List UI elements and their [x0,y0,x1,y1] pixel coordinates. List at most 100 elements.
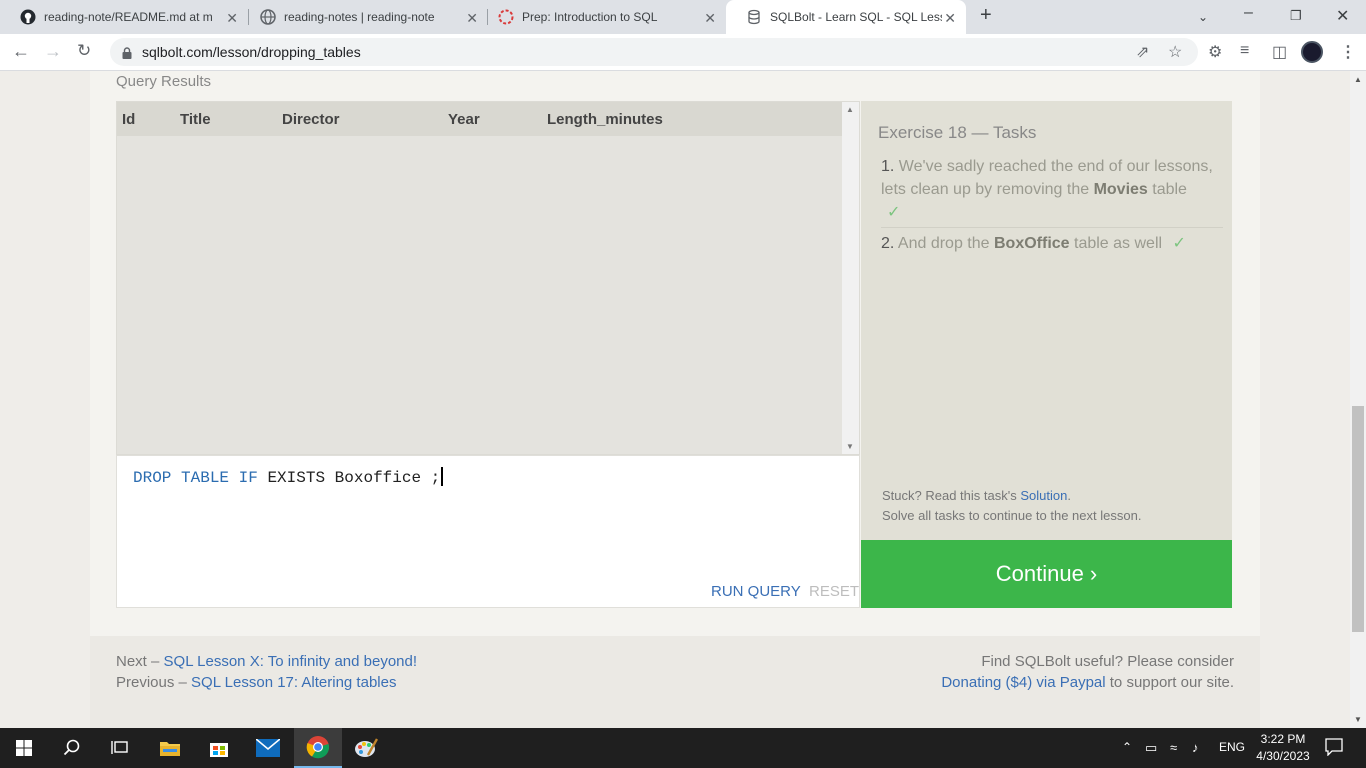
tab-search-icon[interactable]: ⌄ [1198,10,1208,24]
task-text: table [1147,181,1187,198]
windows-taskbar: ⌃ ▭ ≈ ♪ ENG 3:22 PM 4/30/2023 [0,728,1366,768]
clock-time: 3:22 PM [1260,732,1306,746]
donate-link[interactable]: Donating ($4) via Paypal [941,674,1105,691]
database-icon [746,9,762,25]
continue-button[interactable]: Continue › [861,540,1232,608]
forward-icon[interactable]: → [44,41,62,62]
url-text: sqlbolt.com/lesson/dropping_tables [142,44,361,60]
new-tab-button[interactable]: + [980,4,992,27]
page-scrollbar[interactable]: ▲ ▼ [1350,71,1366,728]
donate-text: to support our site. [1105,674,1234,691]
query-results-label: Query Results [116,73,212,90]
checkmark-icon: ✓ [887,204,901,221]
wifi-icon[interactable]: ≈ [1170,740,1177,755]
search-icon[interactable] [48,728,96,768]
address-bar[interactable]: sqlbolt.com/lesson/dropping_tables [110,38,1198,66]
side-panel-icon[interactable]: ◫ [1272,42,1287,62]
previous-label: Previous – [116,674,192,691]
paint-icon[interactable] [342,728,390,768]
share-icon[interactable]: ⇗ [1136,42,1149,62]
column-header: Director [282,111,340,128]
donate-note: Find SQLBolt useful? Please consider Don… [941,651,1234,693]
close-icon[interactable]: ✕ [466,10,478,27]
task-text: And drop the [897,235,994,252]
column-header: Length_minutes [547,111,663,128]
solution-link[interactable]: Solution [1020,488,1067,503]
file-explorer-icon[interactable] [146,728,194,768]
system-clock[interactable]: 3:22 PM 4/30/2023 [1252,731,1314,765]
tab-title: Prep: Introduction to SQL [522,10,658,24]
close-icon[interactable]: ✕ [944,10,956,27]
checkmark-icon: ✓ [1172,235,1186,252]
extensions-icon[interactable]: ⚙ [1208,42,1222,62]
tab-prep-sql[interactable]: Prep: Introduction to SQL ✕ [478,0,726,34]
task-item: 1. We've sadly reached the end of our le… [881,155,1226,224]
task-divider [881,227,1223,228]
scroll-down-arrow-icon[interactable]: ▼ [846,442,854,451]
tasks-title: Exercise 18 — Tasks [878,123,1037,142]
sql-text: EXISTS Boxoffice ; [267,469,441,487]
tab-sqlbolt[interactable]: SQLBolt - Learn SQL - SQL Lesson ✕ [726,0,966,34]
donate-text: Find SQLBolt useful? Please consider [981,653,1234,670]
next-lesson-link[interactable]: SQL Lesson X: To infinity and beyond! [164,653,418,670]
reset-button[interactable]: RESET [809,583,859,600]
sql-keyword: IF [238,469,258,487]
tab-github-readme[interactable]: reading-note/README.md at ma ✕ [0,0,248,34]
scroll-up-arrow-icon[interactable]: ▲ [846,105,854,114]
lesson-footer: Next – SQL Lesson X: To infinity and bey… [90,636,1260,728]
solve-all-text: Solve all tasks to continue to the next … [882,508,1142,523]
close-icon[interactable]: ✕ [226,10,238,27]
sql-keyword: TABLE [181,469,230,487]
task-table-name: Movies [1093,181,1148,198]
sql-code[interactable]: DROP TABLE IF EXISTS Boxoffice ; [133,467,444,487]
reading-list-icon[interactable]: ≡ [1240,42,1249,60]
lesson-area: Query Results Id Title Director Year Len… [0,71,1350,728]
restore-icon[interactable]: ❐ [1290,8,1302,24]
lock-icon [122,46,132,59]
scroll-up-arrow-icon[interactable]: ▲ [1354,75,1362,84]
column-header: Year [448,111,480,128]
codefellows-icon [498,9,514,25]
task-number: 1. [881,158,895,175]
tab-title: reading-notes | reading-note [284,10,435,24]
sql-keyword: DROP [133,469,172,487]
run-query-button[interactable]: RUN QUERY [711,583,801,600]
battery-icon[interactable]: ▭ [1145,740,1157,756]
query-results-table: Id Title Director Year Length_minutes ▲ … [116,101,860,455]
column-header: Id [122,111,136,128]
task-item: 2. And drop the BoxOffice table as well … [881,232,1226,255]
previous-lesson-link[interactable]: SQL Lesson 17: Altering tables [191,674,396,691]
reload-icon[interactable]: ↻ [77,41,91,61]
profile-avatar[interactable] [1301,41,1323,63]
clock-date: 4/30/2023 [1256,749,1310,763]
close-icon[interactable]: ✕ [704,10,716,27]
tab-title: reading-note/README.md at ma [44,10,212,24]
back-icon[interactable]: ← [12,41,30,62]
bookmark-star-icon[interactable]: ☆ [1168,42,1182,62]
scroll-down-arrow-icon[interactable]: ▼ [1354,715,1362,724]
window-close-icon[interactable]: ✕ [1336,6,1349,26]
task-table-name: BoxOffice [993,235,1070,252]
column-header: Title [180,111,211,128]
github-icon [20,9,36,25]
task-text: table as well [1069,235,1163,252]
volume-icon[interactable]: ♪ [1192,740,1199,755]
results-scrollbar[interactable]: ▲ ▼ [842,102,859,454]
windows-start-icon[interactable] [0,728,48,768]
scrollbar-thumb[interactable] [1352,406,1364,632]
menu-dots-icon[interactable]: ⋮ [1340,42,1356,62]
minimize-icon[interactable]: – [1244,4,1253,22]
mail-icon[interactable] [244,728,292,768]
tray-chevron-icon[interactable]: ⌃ [1122,740,1132,754]
stuck-hint: Stuck? Read this task's Solution. Solve … [882,486,1141,526]
chrome-icon[interactable] [294,728,342,768]
microsoft-store-icon[interactable] [195,728,243,768]
sql-editor[interactable]: DROP TABLE IF EXISTS Boxoffice ; RUN QUE… [116,455,860,608]
language-indicator[interactable]: ENG [1219,740,1245,754]
task-view-icon[interactable] [96,728,144,768]
stuck-text: Stuck? Read this task's [882,488,1021,503]
notifications-icon[interactable] [1325,738,1343,759]
results-header-row: Id Title Director Year Length_minutes [117,102,844,136]
tab-reading-notes[interactable]: reading-notes | reading-note ✕ [240,0,488,34]
browser-tab-strip: reading-note/README.md at ma ✕ reading-n… [0,0,1366,34]
